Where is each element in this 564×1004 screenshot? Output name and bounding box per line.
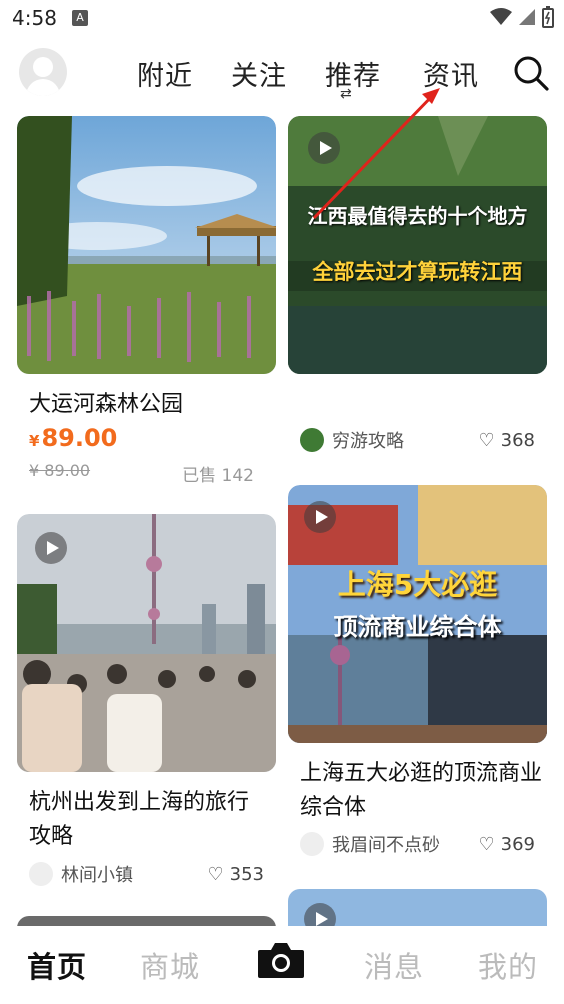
author-avatar: [300, 832, 324, 856]
video-card-shanghai-malls[interactable]: 上海5大必逛 顶流商业综合体 上海五大必逛的顶流商业综合体 我眉间不点砂 ♡ 3…: [288, 485, 547, 875]
user-avatar[interactable]: [19, 48, 67, 96]
product-card-park[interactable]: 大运河森林公园 ¥89.00 ¥ 89.00 已售 142: [17, 116, 276, 496]
like-count[interactable]: ♡ 353: [208, 861, 265, 887]
camera-icon[interactable]: [256, 940, 306, 980]
video-card-hangzhou[interactable]: 杭州出发到上海的旅行攻略 林间小镇 ♡ 353: [17, 514, 276, 894]
author-name: 穷游攻略: [332, 431, 404, 452]
tab-nearby[interactable]: 附近: [137, 54, 193, 93]
battery-icon: [542, 6, 554, 28]
price: ¥89.00: [29, 424, 118, 452]
shanghai-malls-thumbnail: 上海5大必逛 顶流商业综合体: [288, 485, 547, 743]
signal-icon: [519, 9, 535, 25]
play-icon: [304, 501, 336, 533]
heart-icon[interactable]: ♡: [479, 834, 495, 855]
video-overlay-subtitle: 顶流商业综合体: [333, 613, 502, 641]
annotation-arrow-icon: [312, 88, 440, 220]
sold-count: 已售 142: [182, 466, 254, 486]
tab-following[interactable]: 关注: [231, 54, 287, 93]
author: 我眉间不点砂: [300, 831, 440, 857]
bottom-navigation: 首页 商城 消息 我的: [0, 926, 564, 1004]
notification-icon: A: [72, 10, 88, 26]
shanghai-bund-thumbnail: [17, 514, 276, 772]
tab-home[interactable]: 首页: [27, 944, 87, 986]
author-name: 我眉间不点砂: [332, 835, 440, 856]
card-title: 上海五大必逛的顶流商业综合体: [300, 761, 543, 820]
wifi-icon: [490, 8, 512, 25]
author: 林间小镇: [29, 861, 133, 887]
park-photo: [17, 116, 276, 374]
tab-messages[interactable]: 消息: [364, 944, 424, 986]
status-icons: [490, 6, 554, 28]
author-name: 林间小镇: [61, 865, 133, 886]
like-count[interactable]: ♡ 369: [479, 831, 536, 857]
card-title: 大运河森林公园: [29, 392, 184, 417]
video-overlay-subtitle: 全部去过才算玩转江西: [312, 260, 523, 284]
search-icon[interactable]: [513, 55, 549, 91]
video-overlay-title: 上海5大必逛: [337, 568, 498, 601]
author-avatar: [29, 862, 53, 886]
play-icon: [35, 532, 67, 564]
status-bar: 4:58 A: [0, 0, 564, 38]
heart-icon[interactable]: ♡: [479, 430, 495, 451]
like-count[interactable]: ♡ 368: [479, 427, 536, 453]
original-price: ¥ 89.00: [29, 461, 91, 480]
author: 穷游攻略: [300, 427, 404, 453]
tab-me[interactable]: 我的: [478, 944, 538, 986]
tab-mall[interactable]: 商城: [140, 944, 200, 986]
card-title: 杭州出发到上海的旅行攻略: [29, 790, 250, 849]
author-avatar: [300, 428, 324, 452]
status-time: 4:58: [12, 6, 57, 30]
top-navigation: 附近 关注 推荐 ⇄ 资讯: [0, 42, 564, 106]
heart-icon[interactable]: ♡: [208, 864, 224, 885]
